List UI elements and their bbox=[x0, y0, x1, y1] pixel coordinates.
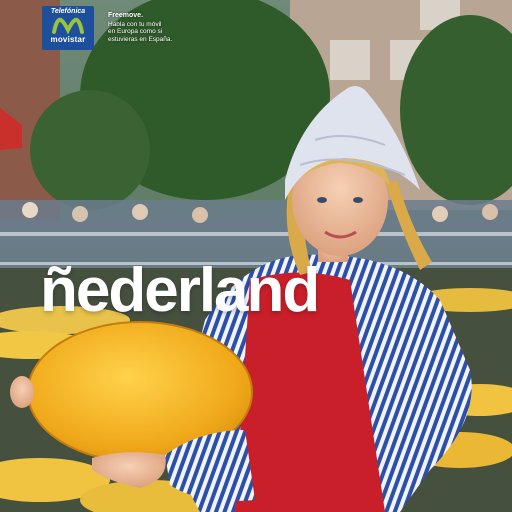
eye bbox=[317, 197, 327, 203]
window bbox=[330, 40, 370, 80]
hand-left bbox=[10, 376, 34, 408]
crowd-person bbox=[482, 204, 498, 220]
fence bbox=[0, 232, 512, 236]
tagline-line: estuvieras en España. bbox=[108, 35, 173, 43]
telefonica-brand-text: Telefónica bbox=[50, 8, 86, 15]
movistar-brand-text: movistar bbox=[50, 35, 86, 44]
movistar-m-logo-icon bbox=[52, 17, 84, 34]
crowd-person bbox=[432, 206, 448, 222]
crowd-person bbox=[22, 202, 38, 218]
tagline-block: Freemove. Habla con tu móvil en Europa c… bbox=[108, 12, 218, 43]
tree bbox=[30, 90, 150, 210]
crowd-person bbox=[72, 206, 88, 222]
eye bbox=[353, 197, 363, 203]
movistar-logo: Telefónica movistar bbox=[42, 6, 94, 50]
tagline-line: en Europa como si bbox=[108, 28, 163, 35]
tagline-line: Habla con tu móvil bbox=[108, 20, 162, 28]
tagline-title: Freemove. bbox=[108, 12, 144, 19]
headline: ñederland bbox=[40, 256, 320, 325]
crowd-person bbox=[192, 207, 208, 223]
crowd-person bbox=[132, 204, 148, 220]
advertisement-poster: Telefónica movistar Freemove. Habla con … bbox=[0, 0, 512, 512]
